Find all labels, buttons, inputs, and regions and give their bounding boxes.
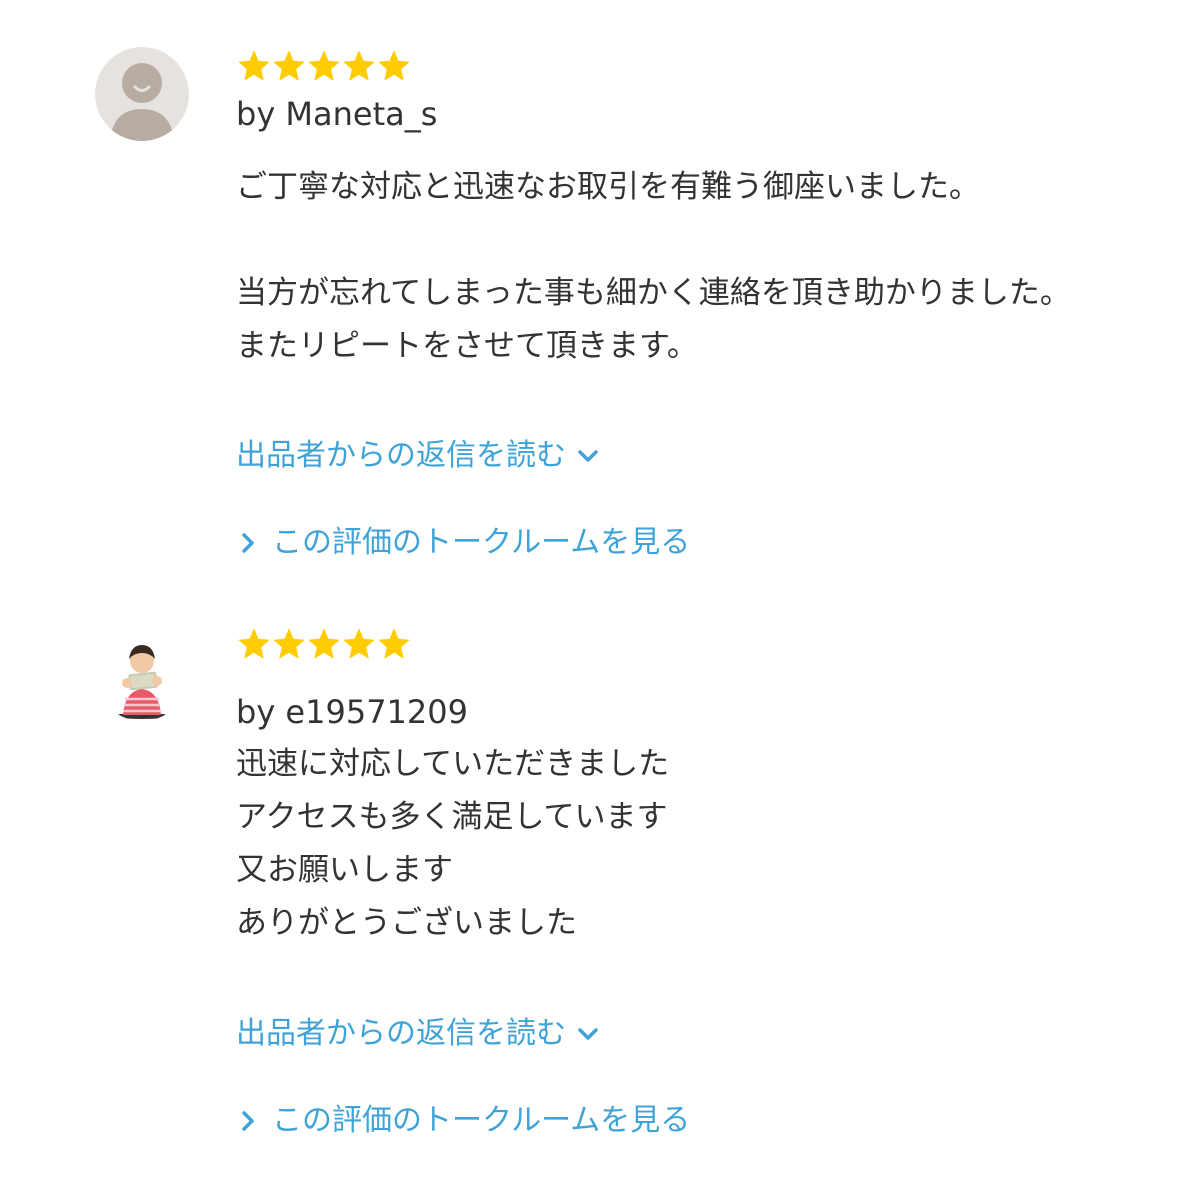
user-photo [95,627,189,721]
reviewer-avatar[interactable] [95,627,189,721]
read-reply-label: 出品者からの返信を読む [236,438,566,473]
reviewer-name: by e19571209 [236,693,468,731]
star-rating [236,624,411,664]
read-reply-link[interactable]: 出品者からの返信を読む [236,1014,600,1054]
chevron-right-icon [236,531,260,555]
read-reply-label: 出品者からの返信を読む [236,1016,566,1051]
talkroom-label: この評価のトークルームを見る [272,525,691,560]
star-icon [306,48,342,84]
read-reply-link[interactable]: 出品者からの返信を読む [236,436,600,476]
star-icon [236,626,272,662]
talkroom-link[interactable]: この評価のトークルームを見る [236,523,690,563]
star-rating [236,46,411,86]
reviewer-avatar[interactable] [95,47,189,141]
talkroom-link[interactable]: この評価のトークルームを見る [236,1101,690,1141]
chevron-right-icon [236,1109,260,1133]
review-comment: ご丁寧な対応と迅速なお取引を有難う御座いました。 当方が忘れてしまった事も細かく… [236,169,1071,364]
star-icon [376,48,412,84]
chevron-down-icon [576,1022,600,1046]
reviewer-name: by Maneta_s [236,95,438,133]
star-icon [236,48,272,84]
review-comment: 迅速に対応していただきました アクセスも多く満足しています 又お願いします あり… [236,746,670,941]
star-icon [271,48,307,84]
star-icon [306,626,342,662]
chevron-down-icon [576,444,600,468]
default-person-icon [95,47,189,141]
talkroom-label: この評価のトークルームを見る [272,1103,691,1138]
star-icon [376,626,412,662]
star-icon [341,626,377,662]
star-icon [341,48,377,84]
star-icon [271,626,307,662]
